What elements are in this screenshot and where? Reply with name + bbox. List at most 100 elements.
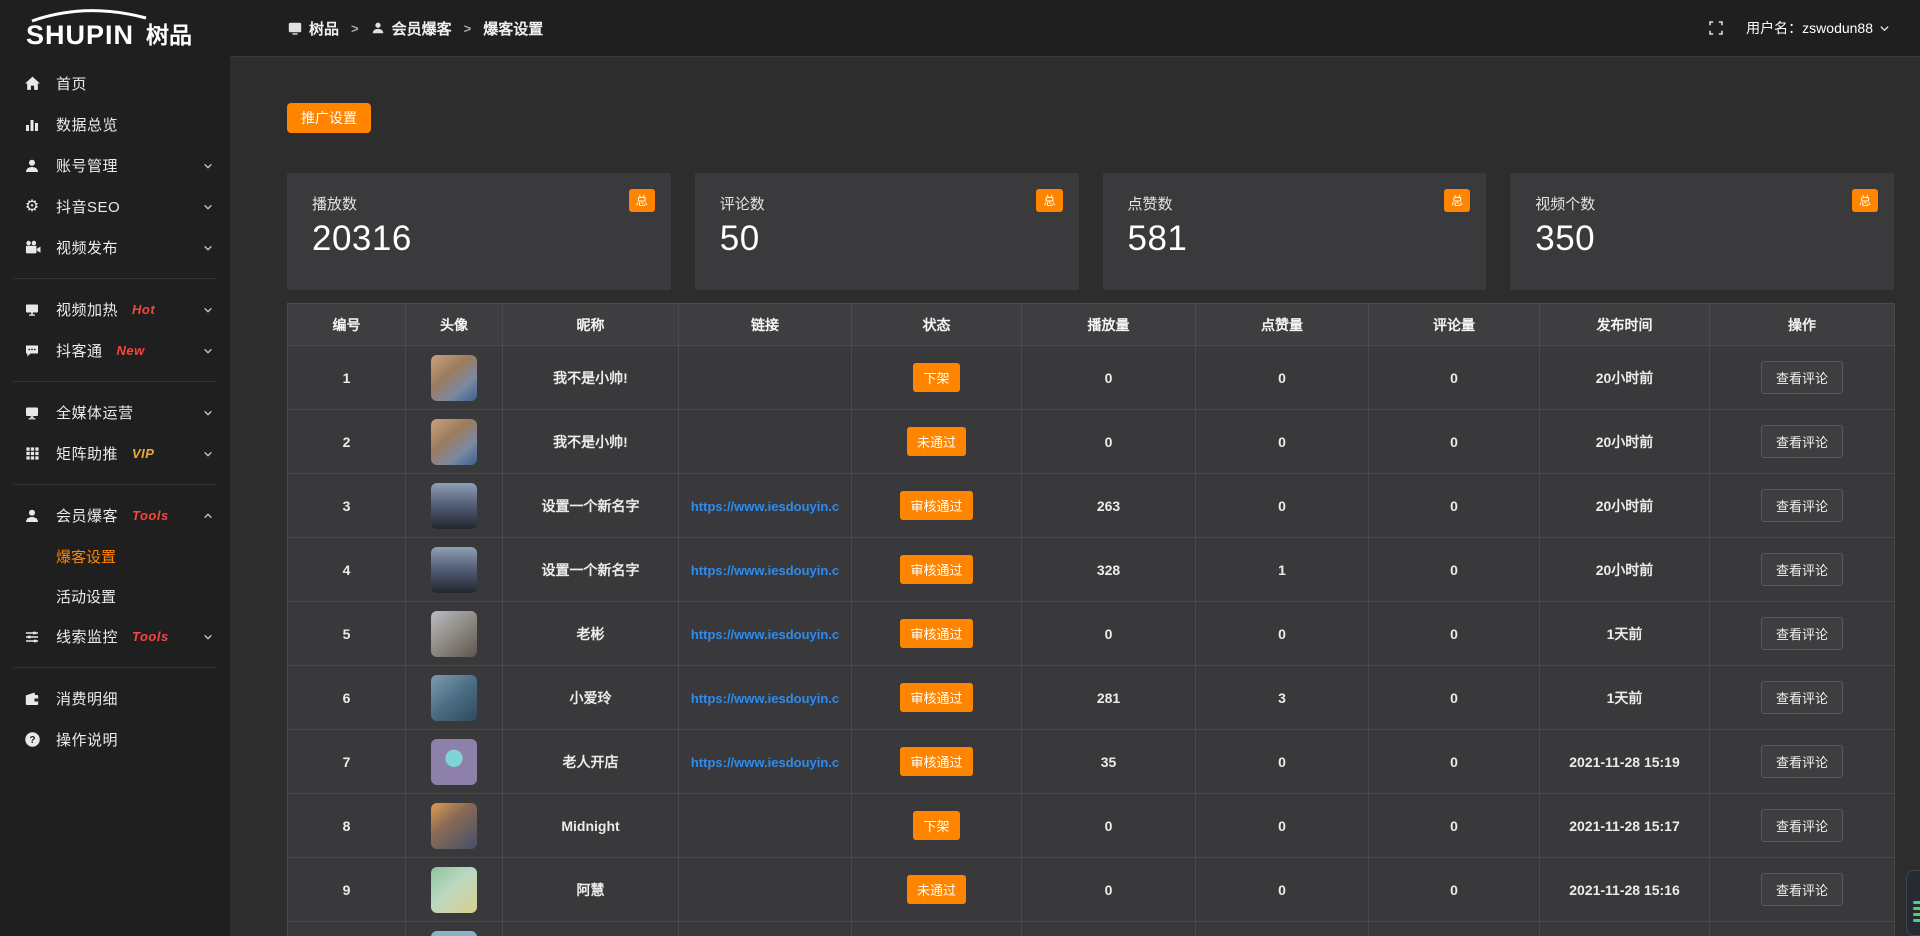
video-link[interactable]: https://www.iesdouyin.c [691,563,839,578]
cell-id: 2 [288,410,406,474]
cell-likes: 0 [1196,794,1369,858]
view-comments-button[interactable]: 查看评论 [1761,681,1843,714]
video-link[interactable]: https://www.iesdouyin.c [691,627,839,642]
svg-text:?: ? [29,735,35,746]
video-link[interactable]: https://www.iesdouyin.c [691,755,839,770]
breadcrumb-current-label: 爆客设置 [483,18,543,39]
view-comments-button[interactable]: 查看评论 [1761,873,1843,906]
column-header: 评论量 [1369,304,1540,346]
table-row: 9 阿慧 未通过 0 0 0 2021-11-28 15:16 [288,858,1895,922]
view-comments-button[interactable]: 查看评论 [1761,617,1843,650]
cell-link: https://www.iesdouyin.c [679,730,852,794]
cell-plays: 263 [1022,474,1196,538]
cell-id: 5 [288,602,406,666]
username-label: 用户名：zswodun88 [1746,18,1873,38]
sidebar-item-matrix-boost[interactable]: 矩阵助推 VIP [0,433,230,474]
grid-icon [23,445,41,463]
fullscreen-icon[interactable] [1708,20,1724,36]
column-header: 头像 [406,304,503,346]
sidebar-item-data-overview[interactable]: 数据总览 [0,104,230,145]
view-comments-button[interactable]: 查看评论 [1761,425,1843,458]
cell-comments: 0 [1369,346,1540,410]
sidebar-item-label: 全媒体运营 [56,402,134,423]
sidebar-item-video-heating[interactable]: 视频加热 Hot [0,289,230,330]
chevron-down-icon [203,161,213,171]
table-header-row: 编号头像昵称链接状态播放量点赞量评论量发布时间操作 [288,304,1895,346]
breadcrumb-section[interactable]: 会员爆客 [371,18,452,39]
status-badge: 审核通过 [900,747,972,776]
sidebar-subitem-baoke-settings[interactable]: 爆客设置 [0,536,230,576]
cell-id: 1 [288,346,406,410]
wallet-icon [23,690,41,708]
cell-avatar [406,346,503,410]
cell-avatar [406,858,503,922]
sidebar-item-douyin-seo[interactable]: ⚙ 抖音SEO [0,186,230,227]
sidebar-item-label: 视频发布 [56,237,118,258]
stat-card-value: 350 [1535,219,1894,259]
breadcrumb: 树品 > 会员爆客 > 爆客设置 [288,18,1708,39]
status-badge: 审核通过 [900,491,972,520]
stat-card-value: 50 [720,219,1079,259]
video-link[interactable]: https://www.iesdouyin.c [691,691,839,706]
sidebar-item-all-media[interactable]: 全媒体运营 [0,392,230,433]
table-row: 4 设置一个新名字 https://www.iesdouyin.c 审核通过 3… [288,538,1895,602]
cell-comments: 0 [1369,474,1540,538]
breadcrumb-separator: > [351,21,359,36]
column-header: 播放量 [1022,304,1196,346]
cell-status: 未通过 [852,858,1022,922]
topbar: 树品 > 会员爆客 > 爆客设置 用户名：zswodun88 [230,0,1920,57]
sidebar-item-label: 矩阵助推 [56,443,118,464]
stat-card-label: 播放数 [312,193,671,214]
sidebar-item-label: 抖客通 [56,340,103,361]
floating-widget[interactable] [1906,870,1920,936]
cell-comments [1369,922,1540,936]
table-row: 8 Midnight 下架 0 0 0 2021-11-28 15:17 [288,794,1895,858]
widget-bar [1913,913,1920,916]
view-comments-button[interactable]: 查看评论 [1761,361,1843,394]
user-menu[interactable]: 用户名：zswodun88 [1746,18,1890,38]
logo[interactable]: SHUPIN 树品 [0,0,230,57]
cell-id: 3 [288,474,406,538]
status-badge: 审核通过 [900,555,972,584]
video-link[interactable]: https://www.iesdouyin.c [691,499,839,514]
cell-plays: 328 [1022,538,1196,602]
cell-link: https://www.iesdouyin.c [679,538,852,602]
sidebar-item-lead-monitoring[interactable]: 线索监控 Tools [0,616,230,657]
chevron-down-icon [203,346,213,356]
cell-plays: 0 [1022,346,1196,410]
breadcrumb-home[interactable]: 树品 [288,18,339,39]
sidebar-divider [13,381,217,382]
cell-likes: 3 [1196,666,1369,730]
sidebar-item-consumption-details[interactable]: 消费明细 [0,678,230,719]
status-badge: 审核通过 [900,619,972,648]
gear-icon: ⚙ [23,198,41,216]
tools-badge: Tools [132,629,169,644]
sidebar-item-account-management[interactable]: 账号管理 [0,145,230,186]
sidebar-item-video-publish[interactable]: 视频发布 [0,227,230,268]
cell-avatar [406,410,503,474]
view-comments-button[interactable]: 查看评论 [1761,809,1843,842]
sidebar-item-label: 线索监控 [56,626,118,647]
sidebar-item-doketong[interactable]: 抖客通 New [0,330,230,371]
sidebar-subitem-activity-settings[interactable]: 活动设置 [0,576,230,616]
sidebar-item-instructions[interactable]: ? 操作说明 [0,719,230,760]
avatar [431,355,477,401]
sidebar-item-home[interactable]: 首页 [0,63,230,104]
view-comments-button[interactable]: 查看评论 [1761,553,1843,586]
sidebar-item-label: 视频加热 [56,299,118,320]
cell-publish-time: 2021-11-28 15:19 [1540,730,1710,794]
cell-plays: 0 [1022,410,1196,474]
promotion-settings-button[interactable]: 推广设置 [287,103,371,133]
cell-status: 审核通过 [852,474,1022,538]
cell-comments: 0 [1369,858,1540,922]
user-icon [371,21,385,35]
view-comments-button[interactable]: 查看评论 [1761,489,1843,522]
cell-comments: 0 [1369,794,1540,858]
sidebar-item-member-baoke[interactable]: 会员爆客 Tools [0,495,230,536]
sidebar-item-label: 账号管理 [56,155,118,176]
cell-link: https://www.iesdouyin.c [679,666,852,730]
cell-link [679,410,852,474]
view-comments-button[interactable]: 查看评论 [1761,745,1843,778]
cell-plays: 281 [1022,666,1196,730]
chat-icon [23,342,41,360]
